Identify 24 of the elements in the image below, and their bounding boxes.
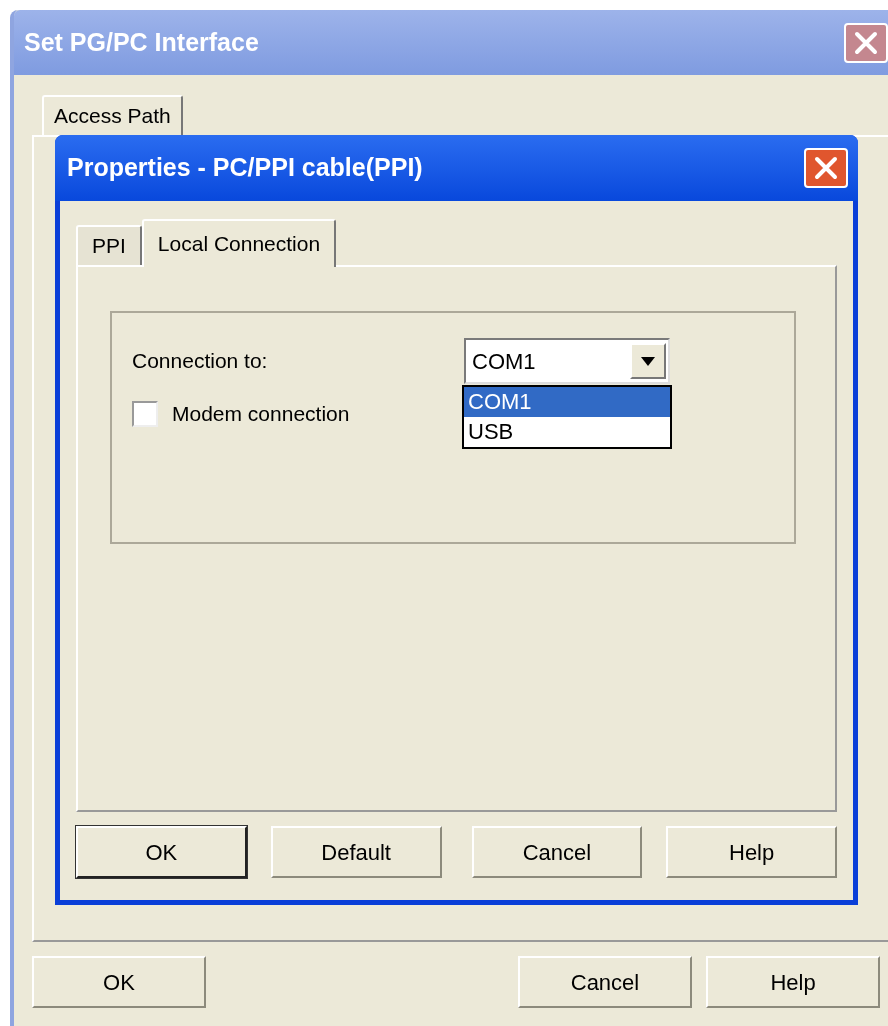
dropdown-button[interactable]: [630, 343, 666, 379]
checkbox-label: Modem connection: [172, 401, 350, 427]
tab[interactable]: Local Connection: [141, 219, 337, 267]
close-icon: [814, 156, 838, 180]
tab[interactable]: Access Path: [42, 95, 183, 135]
dialog-button[interactable]: Cancel: [471, 826, 643, 878]
dialog-button[interactable]: OK: [76, 826, 247, 878]
caret-icon: [641, 356, 655, 366]
dropdown-option[interactable]: USB: [464, 417, 670, 447]
close-button[interactable]: [844, 22, 888, 63]
dialog-button[interactable]: OK: [32, 956, 206, 1008]
tab[interactable]: PPI: [76, 225, 142, 265]
dialog-button[interactable]: Help: [666, 826, 837, 878]
dropdown-option[interactable]: COM1: [464, 387, 670, 417]
dialog-button[interactable]: Default: [270, 826, 442, 878]
select-field[interactable]: COM1: [464, 338, 670, 384]
window-title: Set PG/PC Interface: [24, 26, 259, 58]
dialog-button[interactable]: Cancel: [518, 956, 692, 1008]
close-icon: [854, 30, 878, 55]
field-label: Connection to:: [132, 348, 269, 375]
close-button[interactable]: [804, 148, 848, 188]
dialog-button[interactable]: Help: [706, 956, 880, 1008]
dialog-title: Properties - PC/PPI cable(PPI): [67, 152, 423, 184]
checkbox[interactable]: [132, 400, 158, 427]
